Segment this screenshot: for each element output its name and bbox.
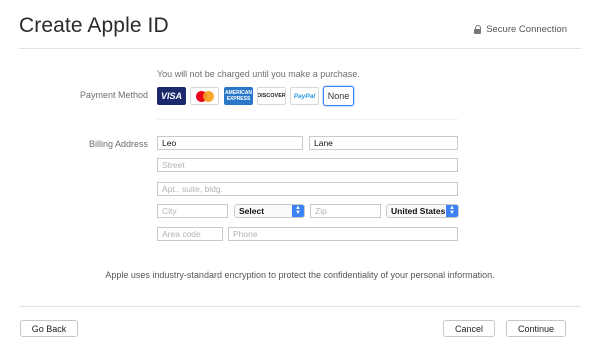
last-name-field[interactable]: Lane bbox=[309, 136, 458, 150]
select-arrows-icon: ▲ ▼ bbox=[292, 205, 304, 217]
apt-suite-field[interactable]: Apt., suite, bldg. bbox=[157, 182, 458, 196]
country-select[interactable]: United States ▲ ▼ bbox=[386, 204, 459, 218]
header-divider bbox=[19, 48, 581, 49]
continue-button[interactable]: Continue bbox=[506, 320, 566, 337]
go-back-button[interactable]: Go Back bbox=[20, 320, 78, 337]
page-title: Create Apple ID bbox=[19, 14, 169, 37]
phone-field[interactable]: Phone bbox=[228, 227, 458, 241]
paypal-logo: PayPal bbox=[293, 92, 316, 100]
secure-connection-label: Secure Connection bbox=[486, 24, 567, 35]
cancel-button[interactable]: Cancel bbox=[443, 320, 495, 337]
street-field[interactable]: Street bbox=[157, 158, 458, 172]
state-select-value: Select bbox=[239, 206, 265, 216]
city-field[interactable]: City bbox=[157, 204, 228, 218]
payment-method-label: Payment Method bbox=[79, 90, 148, 100]
select-arrows-icon: ▲ ▼ bbox=[446, 205, 458, 217]
amex-card-option[interactable]: AMERICAN EXPRESS bbox=[224, 87, 253, 105]
mastercard-card-option[interactable] bbox=[190, 87, 219, 105]
zip-field[interactable]: Zip bbox=[310, 204, 381, 218]
discover-logo: DISCOVER bbox=[257, 93, 286, 99]
none-payment-option[interactable]: None bbox=[323, 86, 354, 106]
amex-logo: AMERICAN EXPRESS bbox=[225, 90, 252, 102]
billing-address-label: Billing Address bbox=[88, 139, 148, 149]
discover-card-option[interactable]: DISCOVER bbox=[257, 87, 286, 105]
visa-card-option[interactable]: VISA bbox=[157, 87, 186, 105]
footer-divider bbox=[19, 306, 581, 307]
visa-logo: VISA bbox=[160, 91, 182, 101]
mastercard-logo-orange bbox=[203, 91, 214, 102]
secure-connection: Secure Connection bbox=[474, 24, 567, 35]
encryption-note: Apple uses industry-standard encryption … bbox=[105, 270, 495, 280]
area-code-field[interactable]: Area code bbox=[157, 227, 223, 241]
lock-icon bbox=[474, 24, 482, 35]
country-select-value: United States bbox=[391, 206, 446, 216]
payment-note: You will not be charged until you make a… bbox=[157, 69, 360, 79]
state-select[interactable]: Select ▲ ▼ bbox=[234, 204, 305, 218]
section-divider bbox=[157, 119, 458, 120]
first-name-field[interactable]: Leo bbox=[157, 136, 303, 150]
paypal-card-option[interactable]: PayPal bbox=[290, 87, 319, 105]
